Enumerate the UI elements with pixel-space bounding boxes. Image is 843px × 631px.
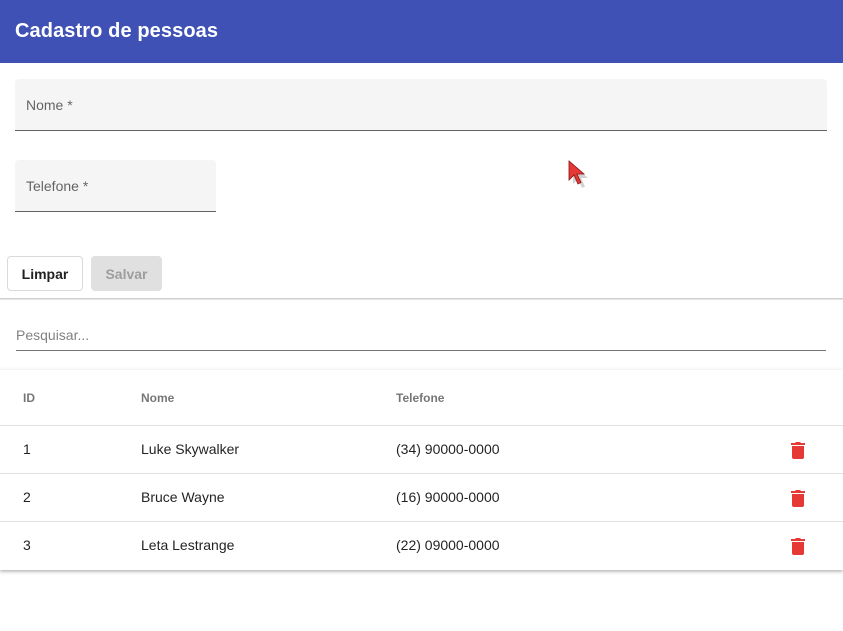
cell-nome: Bruce Wayne xyxy=(141,489,225,505)
column-header-id[interactable]: ID xyxy=(23,391,35,405)
delete-button[interactable] xyxy=(781,530,815,562)
search-placeholder: Pesquisar... xyxy=(16,327,90,343)
form-card-divider xyxy=(0,298,843,300)
clear-button[interactable]: Limpar xyxy=(7,256,83,291)
cell-id: 1 xyxy=(23,441,31,457)
delete-button[interactable] xyxy=(781,482,815,514)
column-header-telefone[interactable]: Telefone xyxy=(396,391,444,405)
cell-nome: Luke Skywalker xyxy=(141,441,240,457)
cell-nome: Leta Lestrange xyxy=(141,537,235,553)
trash-icon xyxy=(791,442,805,459)
telefone-field[interactable]: Telefone * xyxy=(15,160,216,212)
column-header-nome[interactable]: Nome xyxy=(141,391,174,405)
nome-label: Nome * xyxy=(26,97,73,113)
cell-id: 2 xyxy=(23,489,31,505)
trash-icon xyxy=(791,538,805,555)
cell-id: 3 xyxy=(23,537,31,553)
page-title: Cadastro de pessoas xyxy=(15,20,219,42)
delete-button[interactable] xyxy=(781,434,815,466)
table-row[interactable]: 2 Bruce Wayne (16) 90000-0000 xyxy=(0,474,843,522)
nome-field[interactable]: Nome * xyxy=(15,79,827,131)
cell-telefone: (16) 90000-0000 xyxy=(396,489,500,505)
people-table: ID Nome Telefone 1 Luke Skywalker (34) 9… xyxy=(0,370,843,570)
save-button[interactable]: Salvar xyxy=(91,256,162,291)
table-header: ID Nome Telefone xyxy=(0,370,843,426)
table-row[interactable]: 1 Luke Skywalker (34) 90000-0000 xyxy=(0,426,843,474)
cell-telefone: (34) 90000-0000 xyxy=(396,441,500,457)
app-toolbar: Cadastro de pessoas xyxy=(0,0,843,63)
search-input[interactable]: Pesquisar... xyxy=(16,320,826,351)
cell-telefone: (22) 09000-0000 xyxy=(396,537,500,553)
table-row[interactable]: 3 Leta Lestrange (22) 09000-0000 xyxy=(0,522,843,570)
telefone-label: Telefone * xyxy=(26,178,89,194)
trash-icon xyxy=(791,490,805,507)
mouse-pointer-icon xyxy=(568,160,588,188)
